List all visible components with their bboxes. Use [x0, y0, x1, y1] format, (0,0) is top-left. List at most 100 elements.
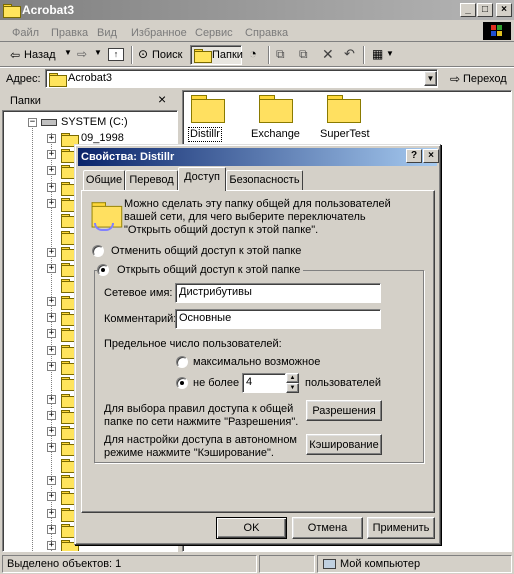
expand-icon[interactable]: +	[47, 247, 56, 257]
back-button[interactable]: Назад	[24, 49, 56, 61]
file-item-supertest[interactable]: SuperTest	[317, 95, 373, 141]
menu-help[interactable]: Справка	[245, 27, 288, 39]
dialog-close-button[interactable]: ×	[423, 149, 439, 163]
tab-general[interactable]: Общие	[83, 170, 125, 190]
max-allowed-label[interactable]: максимально возможное	[193, 356, 320, 369]
stepper-down-icon[interactable]: ▼	[286, 383, 299, 393]
go-button[interactable]: Переход	[463, 73, 507, 86]
caching-button[interactable]: Кэширование	[306, 434, 382, 455]
expand-icon[interactable]: +	[47, 492, 56, 502]
address-input[interactable]: Acrobat3	[45, 69, 438, 88]
copy-to-icon[interactable]: ⧉	[299, 47, 308, 62]
user-count-stepper[interactable]: ▲ ▼	[286, 373, 299, 393]
cancel-button[interactable]: Отмена	[292, 517, 363, 539]
file-name: SuperTest	[320, 128, 370, 140]
no-share-label[interactable]: Отменить общий доступ к этой папке	[111, 245, 301, 258]
forward-arrow-icon[interactable]: ⇨	[77, 47, 87, 61]
comment-label: Комментарий:	[104, 313, 177, 325]
minimize-button[interactable]: _	[460, 3, 476, 17]
folder-icon	[259, 95, 293, 123]
expand-icon[interactable]: +	[47, 296, 56, 306]
expand-icon[interactable]: +	[47, 361, 56, 371]
tab-security[interactable]: Безопасность	[226, 170, 303, 190]
dialog-titlebar[interactable]: Свойства: Distillr ? ×	[78, 148, 439, 166]
apply-button[interactable]: Применить	[367, 517, 435, 539]
toolbar-separator	[363, 46, 365, 64]
expand-icon[interactable]: +	[47, 150, 56, 159]
tree-item-label: SYSTEM (C:)	[61, 116, 128, 128]
no-share-radio[interactable]	[92, 245, 104, 257]
expand-icon[interactable]: +	[47, 345, 56, 355]
delete-icon[interactable]: ✕	[322, 46, 334, 63]
expand-icon[interactable]: +	[47, 198, 56, 208]
comment-input[interactable]: Основные	[175, 309, 381, 329]
permissions-text-1: Для выбора правил доступа к общей	[104, 403, 294, 415]
share-legend: Открыть общий доступ к этой папке	[97, 263, 304, 277]
expand-icon[interactable]: +	[47, 313, 56, 322]
tab-sharing[interactable]: Доступ	[178, 167, 226, 191]
file-item-distillr[interactable]: Distillr	[187, 95, 227, 142]
back-arrow-icon[interactable]: ⇦	[10, 48, 20, 62]
expand-icon[interactable]: +	[47, 476, 56, 485]
status-empty	[259, 555, 315, 573]
share-name-label: Сетевое имя:	[104, 287, 173, 299]
ok-button[interactable]: OK	[216, 517, 287, 539]
address-dropdown-button[interactable]: ▼	[424, 71, 437, 86]
intro-line-1: Можно сделать эту папку общей для пользо…	[124, 198, 391, 210]
expand-icon[interactable]: +	[47, 524, 56, 534]
share-radio[interactable]	[97, 264, 109, 276]
menu-view[interactable]: Вид	[97, 27, 117, 39]
expand-icon[interactable]: +	[47, 394, 56, 404]
search-icon[interactable]: ⊙	[138, 47, 148, 61]
expand-icon[interactable]: +	[47, 264, 56, 274]
dialog-help-button[interactable]: ?	[406, 149, 422, 163]
up-folder-icon[interactable]: ↑	[108, 48, 124, 61]
expand-icon[interactable]: +	[47, 134, 56, 143]
share-name-input[interactable]: Дистрибутивы	[175, 283, 381, 303]
user-count-input[interactable]: 4	[242, 373, 286, 393]
max-allowed-radio[interactable]	[176, 356, 188, 368]
views-icon[interactable]: ▦	[372, 47, 383, 61]
expand-icon[interactable]: +	[47, 541, 56, 551]
drive-icon	[41, 119, 57, 126]
menu-edit[interactable]: Правка	[51, 27, 88, 39]
expand-icon[interactable]: +	[47, 166, 56, 176]
folder-icon	[3, 3, 21, 18]
expand-icon[interactable]: +	[47, 410, 56, 420]
folders-button[interactable]: Папки	[190, 45, 243, 65]
search-button[interactable]: Поиск	[152, 49, 182, 61]
expand-icon[interactable]: +	[47, 443, 56, 453]
status-bar: Выделено объектов: 1 Мой компьютер	[0, 553, 514, 574]
menu-favorites[interactable]: Избранное	[131, 27, 187, 39]
tree-item-system-drive[interactable]: − SYSTEM (C:)	[3, 115, 173, 131]
expand-icon[interactable]: +	[47, 182, 56, 192]
move-to-icon[interactable]: ⧉	[276, 47, 285, 62]
back-dropdown-icon[interactable]: ▼	[64, 48, 72, 57]
go-arrow-icon[interactable]: ⇨	[450, 72, 460, 86]
user-limit-label: Предельное число пользователей:	[104, 338, 282, 350]
collapse-icon[interactable]: −	[28, 118, 37, 127]
menu-file[interactable]: Файл	[12, 27, 39, 39]
window-titlebar[interactable]: Acrobat3 _ □ ×	[0, 0, 514, 20]
folders-pane-close-icon[interactable]: ×	[158, 92, 166, 106]
allow-label[interactable]: не более	[193, 377, 239, 390]
stepper-up-icon[interactable]: ▲	[286, 373, 299, 383]
expand-icon[interactable]: +	[47, 508, 56, 518]
close-button[interactable]: ×	[496, 3, 512, 17]
history-icon[interactable]: ◔	[249, 46, 257, 61]
expand-icon[interactable]: +	[47, 427, 56, 437]
undo-icon[interactable]: ↶	[344, 46, 355, 62]
menu-tools[interactable]: Сервис	[195, 27, 233, 39]
expand-icon[interactable]: +	[47, 329, 56, 339]
status-selected-text: Выделено объектов: 1	[7, 558, 122, 570]
views-dropdown-icon[interactable]: ▼	[386, 49, 394, 58]
share-label[interactable]: Открыть общий доступ к этой папке	[117, 264, 300, 276]
allow-radio[interactable]	[176, 377, 188, 389]
tab-translation[interactable]: Перевод	[125, 170, 178, 190]
forward-dropdown-icon[interactable]: ▼	[94, 48, 102, 57]
window-title: Acrobat3	[22, 3, 75, 17]
permissions-button[interactable]: Разрешения	[306, 400, 382, 421]
maximize-button[interactable]: □	[477, 3, 493, 17]
toolbar: ⇦ Назад ▼ ⇨ ▼ ↑ ⊙ Поиск Папки ◔ ⧉ ⧉ ✕ ↶ …	[0, 43, 514, 67]
file-item-exchange[interactable]: Exchange	[249, 95, 301, 141]
